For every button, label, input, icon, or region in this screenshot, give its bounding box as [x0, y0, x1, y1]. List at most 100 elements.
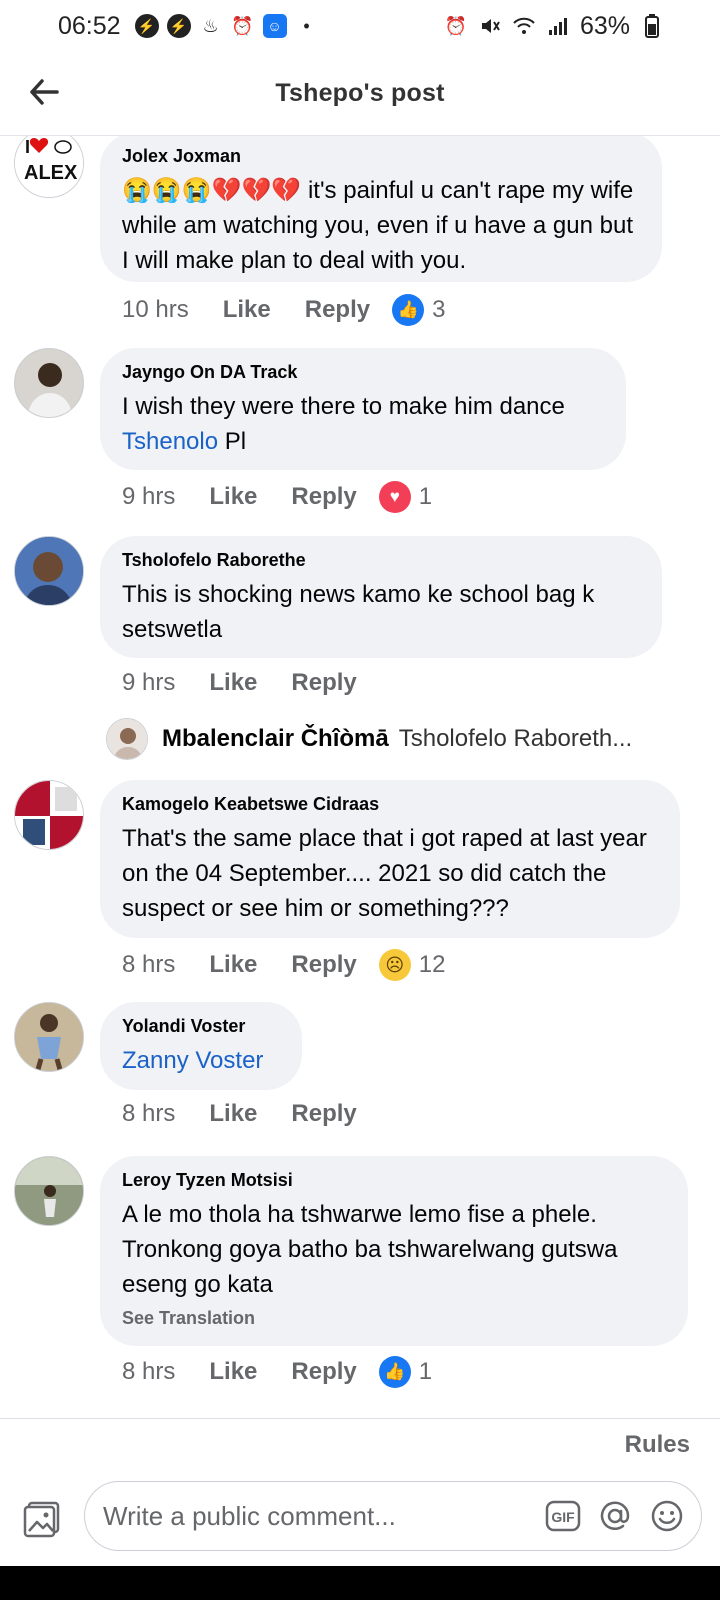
avatar[interactable]	[14, 348, 84, 418]
photo-button[interactable]	[22, 1499, 62, 1539]
comment-text: That's the same place that i got raped a…	[122, 825, 647, 922]
rules-link[interactable]: Rules	[625, 1431, 690, 1459]
arrow-left-icon	[30, 79, 59, 105]
comment-time[interactable]: 8 hrs	[122, 951, 175, 979]
reply-preview[interactable]: Mbalenclair Čhîòmā Tsholofelo Raboreth..…	[106, 718, 632, 760]
reaction-count: 12	[418, 951, 446, 978]
facebook-app-icon: ☺	[262, 14, 287, 38]
alarm-icon: ⏰	[444, 15, 468, 36]
comment-text-tail: Pl	[218, 428, 247, 455]
comment-time[interactable]: 8 hrs	[122, 1358, 175, 1386]
comment-bubble[interactable]: Jayngo On DA Track I wish they were ther…	[100, 348, 626, 470]
reaction-count: 1	[418, 483, 433, 510]
like-button[interactable]: Like	[209, 1358, 257, 1386]
comment-actions: 8 hrs Like Reply ☹ 12	[122, 949, 445, 981]
reply-button[interactable]: Reply	[291, 1358, 356, 1386]
signal-icon	[546, 14, 570, 38]
avatar-image	[15, 1157, 83, 1225]
avatar-image	[15, 537, 83, 605]
reaction-summary[interactable]: ☹ 12	[378, 949, 446, 981]
comment-text: A le mo thola ha tshwarwe lemo fise a ph…	[122, 1201, 618, 1298]
gif-button[interactable]: GIF	[545, 1498, 581, 1534]
avatar-image	[15, 349, 83, 417]
reply-button[interactable]: Reply	[291, 1100, 356, 1128]
reaction-summary[interactable]: 👍 1	[378, 1356, 433, 1388]
status-right: ⏰ 63%	[444, 12, 664, 41]
system-navigation-bar[interactable]	[0, 1566, 720, 1600]
comment-author[interactable]: Jolex Joxman	[122, 146, 640, 167]
messenger-icon: ⚡	[134, 14, 159, 38]
gif-icon: GIF	[545, 1500, 581, 1532]
mention-button[interactable]	[597, 1498, 633, 1534]
avatar[interactable]	[14, 1002, 84, 1072]
comment-actions: 9 hrs Like Reply	[122, 669, 391, 697]
battery-icon	[640, 14, 664, 38]
like-button[interactable]: Like	[209, 669, 257, 697]
svg-text:ALEX: ALEX	[24, 162, 78, 184]
emoji-button[interactable]	[649, 1498, 685, 1534]
avatar[interactable]	[106, 718, 148, 760]
notification-icon: ♨	[202, 15, 219, 36]
comment-input-box[interactable]: GIF	[84, 1481, 702, 1551]
comment-bubble[interactable]: Kamogelo Keabetswe Cidraas That's the sa…	[100, 780, 680, 938]
mention-icon	[600, 1501, 630, 1530]
comment-author[interactable]: Leroy Tyzen Motsisi	[122, 1170, 666, 1191]
sad-face-icon: ☹	[378, 949, 411, 981]
avatar-image	[107, 719, 147, 759]
comments-list[interactable]: I ALEX Jolex Joxman 😭😭😭💔💔💔 it's painful …	[0, 136, 720, 1418]
svg-text:I: I	[25, 137, 30, 157]
reply-author[interactable]: Mbalenclair Čhîòmā	[162, 725, 389, 753]
comment-actions: 9 hrs Like Reply ♥ 1	[122, 481, 432, 513]
reply-button[interactable]: Reply	[291, 669, 356, 697]
comment-bubble[interactable]: Jolex Joxman 😭😭😭💔💔💔 it's painful u can't…	[100, 136, 662, 282]
comment-time[interactable]: 8 hrs	[122, 1100, 175, 1128]
like-button[interactable]: Like	[223, 296, 271, 324]
reply-button[interactable]: Reply	[291, 951, 356, 979]
heart-icon: ♥	[378, 481, 411, 513]
mention-link[interactable]: Zanny Voster	[122, 1047, 263, 1074]
like-button[interactable]: Like	[209, 483, 257, 511]
comment-composer: Rules GIF	[0, 1418, 720, 1566]
thumbs-up-icon: 👍	[378, 1356, 411, 1388]
mute-icon	[478, 14, 502, 38]
reply-snippet: Tsholofelo Raboreth...	[398, 725, 633, 752]
dot-icon: •	[303, 15, 310, 36]
emoji-reactions-text: 😭😭😭💔💔💔	[122, 177, 302, 204]
mention-link[interactable]: Tshenolo	[122, 428, 218, 455]
back-button[interactable]	[22, 70, 66, 114]
comment-input[interactable]	[103, 1500, 529, 1532]
comment-bubble[interactable]: Leroy Tyzen Motsisi A le mo thola ha tsh…	[100, 1156, 688, 1346]
comment-time[interactable]: 10 hrs	[122, 296, 189, 324]
avatar-alex-image: I ALEX	[15, 136, 83, 197]
reaction-summary[interactable]: ♥ 1	[378, 481, 433, 513]
avatar[interactable]: I ALEX	[14, 136, 84, 198]
comment-time[interactable]: 9 hrs	[122, 669, 175, 697]
comment-text: Zanny Voster	[122, 1043, 280, 1078]
comment-time[interactable]: 9 hrs	[122, 483, 175, 511]
messenger-icon: ⚡	[166, 14, 191, 38]
comment-author[interactable]: Kamogelo Keabetswe Cidraas	[122, 794, 658, 815]
see-translation-link[interactable]: See Translation	[122, 1308, 666, 1329]
reply-button[interactable]: Reply	[291, 483, 356, 511]
status-bar: 06:52 ⚡ ⚡ ♨ ⏰ ☺ • ⏰ 63%	[0, 0, 720, 52]
comment-author[interactable]: Yolandi Voster	[122, 1016, 280, 1037]
avatar[interactable]	[14, 1156, 84, 1226]
status-time: 06:52	[58, 11, 121, 40]
reaction-summary[interactable]: 👍 3	[392, 294, 445, 326]
avatar[interactable]	[14, 536, 84, 606]
comment-author[interactable]: Jayngo On DA Track	[122, 362, 604, 383]
like-button[interactable]: Like	[209, 1100, 257, 1128]
like-button[interactable]: Like	[209, 951, 257, 979]
emoji-icon	[651, 1500, 683, 1532]
comment-actions: 8 hrs Like Reply 👍 1	[122, 1356, 432, 1388]
comment-author[interactable]: Tsholofelo Raborethe	[122, 550, 640, 571]
thumbs-up-icon: 👍	[392, 294, 425, 326]
reply-button[interactable]: Reply	[305, 296, 370, 324]
reaction-count: 1	[418, 1358, 433, 1385]
avatar[interactable]	[14, 780, 84, 850]
alarm-icon: ⏰	[231, 15, 254, 36]
comment-text: This is shocking news kamo ke school bag…	[122, 581, 595, 643]
comment-bubble[interactable]: Tsholofelo Raborethe This is shocking ne…	[100, 536, 662, 658]
status-left: 06:52 ⚡ ⚡ ♨ ⏰ ☺ •	[58, 12, 319, 41]
comment-bubble[interactable]: Yolandi Voster Zanny Voster	[100, 1002, 302, 1090]
